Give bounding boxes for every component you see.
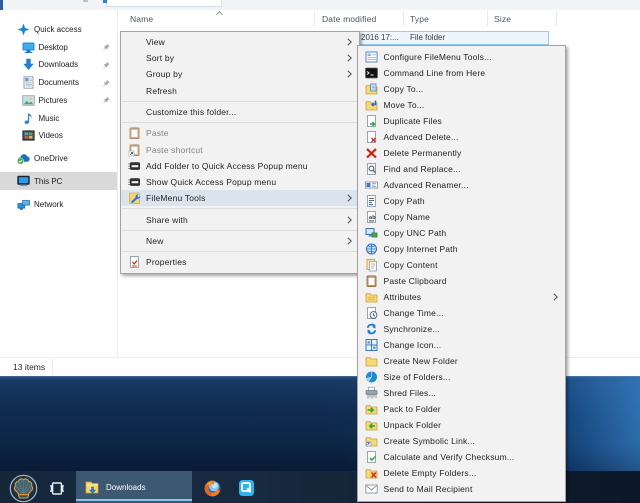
svg-text:ab: ab: [369, 215, 376, 221]
